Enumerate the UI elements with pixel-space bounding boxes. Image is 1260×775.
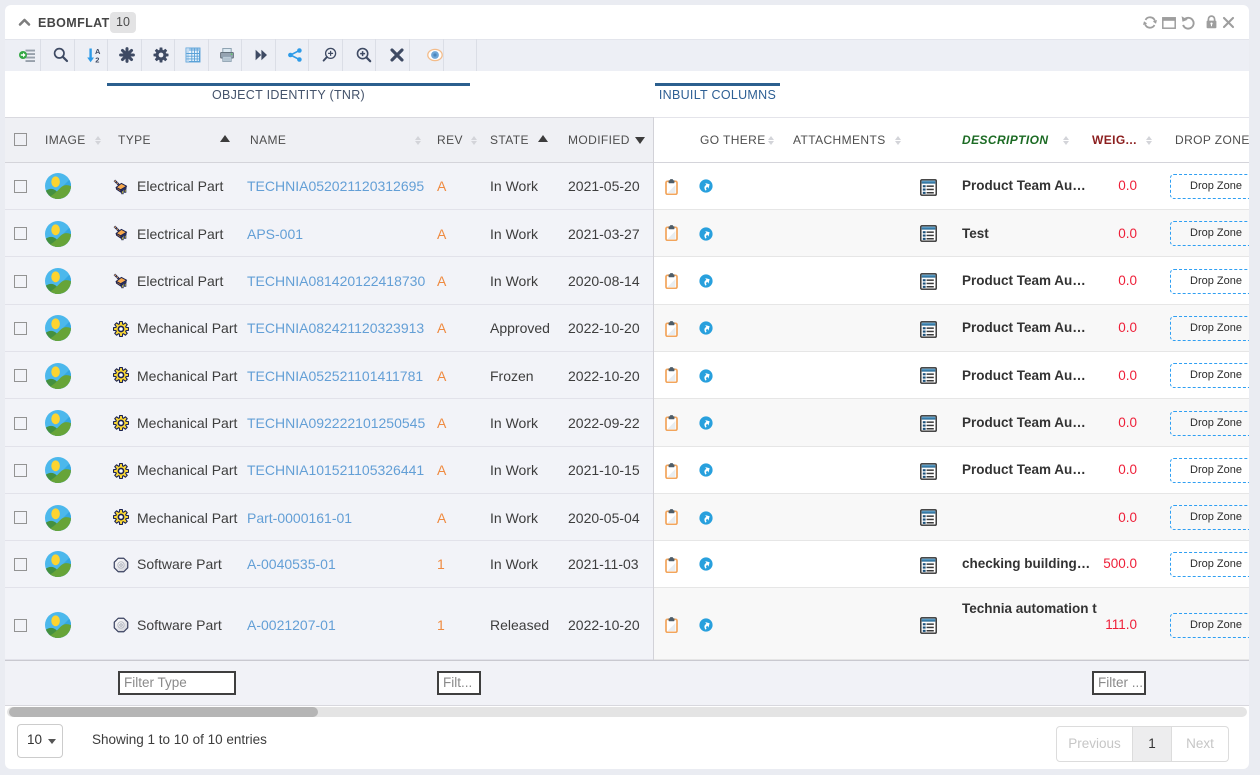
svg-text:2: 2 <box>95 56 99 64</box>
